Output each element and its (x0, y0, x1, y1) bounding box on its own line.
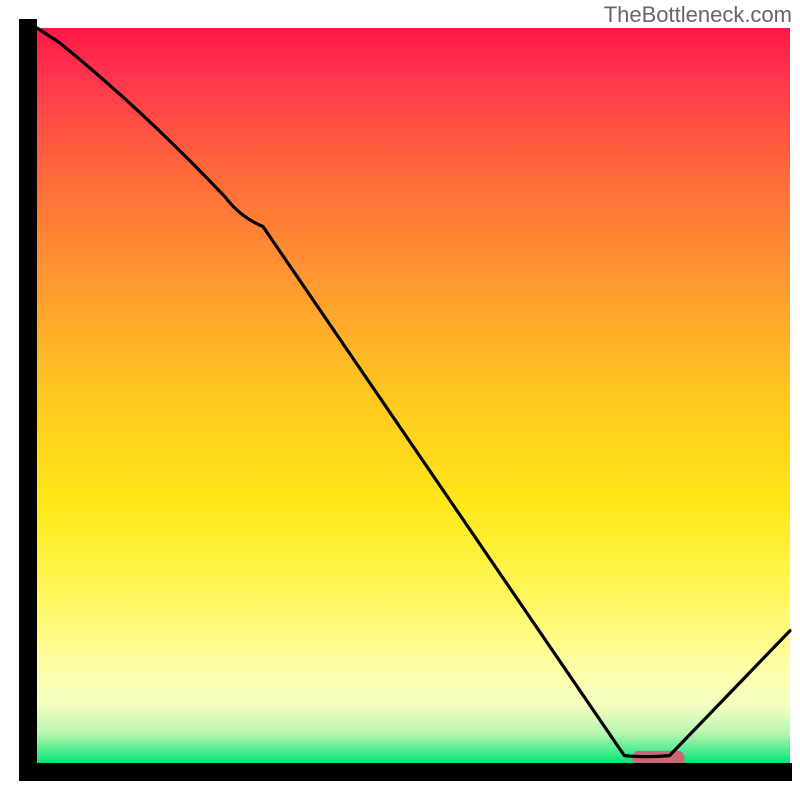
watermark-text: TheBottleneck.com (604, 2, 792, 28)
chart-svg (0, 0, 800, 800)
gradient-background (37, 28, 790, 763)
chart-container: TheBottleneck.com (0, 0, 800, 800)
